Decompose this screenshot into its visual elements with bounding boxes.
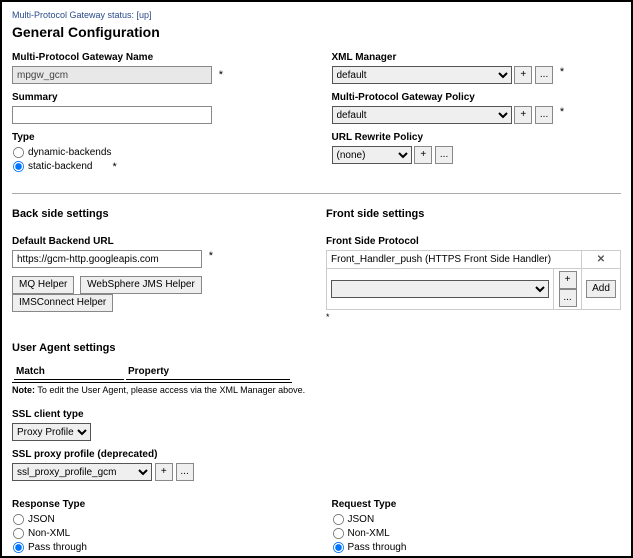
websphere-jms-helper-button[interactable]: WebSphere JMS Helper (80, 276, 202, 294)
required-star: * (219, 69, 223, 81)
required-star: * (209, 250, 213, 262)
backend-url-label: Default Backend URL (12, 236, 296, 247)
page-title: General Configuration (12, 24, 621, 40)
front-protocol-label: Front Side Protocol (326, 236, 621, 247)
response-type-label: Response Type (12, 499, 302, 510)
ua-col-property: Property (126, 364, 290, 380)
xml-manager-label: XML Manager (332, 52, 622, 63)
status-line: Multi-Protocol Gateway status: [up] (12, 10, 621, 20)
type-static-label: static-backend (28, 161, 92, 172)
req-json-radio[interactable] (332, 514, 343, 525)
ssl-client-type-label: SSL client type (12, 409, 621, 420)
required-star: * (112, 161, 116, 173)
req-passthrough-radio[interactable] (332, 542, 343, 553)
front-protocol-select[interactable] (331, 280, 549, 298)
type-dynamic-radio[interactable] (13, 147, 24, 158)
summary-input[interactable] (12, 106, 212, 124)
mpgw-policy-browse-button[interactable]: ... (535, 106, 553, 124)
type-dynamic-label: dynamic-backends (28, 147, 111, 158)
req-passthrough-label: Pass through (348, 542, 407, 553)
backend-url-input[interactable] (12, 250, 202, 268)
resp-nonxml-radio[interactable] (13, 528, 24, 539)
user-agent-title: User Agent settings (12, 342, 621, 354)
request-type-label: Request Type (332, 499, 622, 510)
ssl-client-type-select[interactable]: Proxy Profile (12, 423, 91, 441)
url-rewrite-add-button[interactable]: + (414, 146, 432, 164)
status-value: [up] (137, 10, 152, 20)
required-star: * (560, 106, 564, 118)
mpgw-name-label: Multi-Protocol Gateway Name (12, 52, 302, 63)
required-star: * (326, 312, 621, 322)
resp-json-radio[interactable] (13, 514, 24, 525)
req-nonxml-radio[interactable] (332, 528, 343, 539)
ua-note-text: To edit the User Agent, please access vi… (35, 385, 305, 395)
mpgw-name-input[interactable] (12, 66, 212, 84)
mq-helper-button[interactable]: MQ Helper (12, 276, 74, 294)
req-nonxml-label: Non-XML (348, 528, 390, 539)
xml-manager-select[interactable]: default (332, 66, 512, 84)
mpgw-policy-add-button[interactable]: + (514, 106, 532, 124)
front-protocol-table: Front_Handler_push (HTTPS Front Side Han… (326, 250, 621, 310)
req-json-label: JSON (348, 514, 375, 525)
divider (12, 193, 621, 194)
front-handler-row[interactable]: Front_Handler_push (HTTPS Front Side Han… (327, 251, 582, 269)
resp-passthrough-radio[interactable] (13, 542, 24, 553)
front-protocol-add-button[interactable]: Add (586, 280, 616, 298)
type-label: Type (12, 132, 302, 143)
resp-json-label: JSON (28, 514, 55, 525)
summary-label: Summary (12, 92, 302, 103)
xml-manager-browse-button[interactable]: ... (535, 66, 553, 84)
resp-nonxml-label: Non-XML (28, 528, 70, 539)
url-rewrite-select[interactable]: (none) (332, 146, 412, 164)
type-static-radio[interactable] (13, 161, 24, 172)
url-rewrite-browse-button[interactable]: ... (435, 146, 453, 164)
delete-icon[interactable]: ✕ (597, 254, 605, 265)
ssl-proxy-add-button[interactable]: + (155, 463, 173, 481)
resp-passthrough-label: Pass through (28, 542, 87, 553)
mpgw-policy-select[interactable]: default (332, 106, 512, 124)
front-side-title: Front side settings (326, 208, 621, 220)
xml-manager-add-button[interactable]: + (514, 66, 532, 84)
mpgw-policy-label: Multi-Protocol Gateway Policy (332, 92, 622, 103)
front-protocol-browse-button[interactable]: ... (559, 289, 577, 307)
imsconnect-helper-button[interactable]: IMSConnect Helper (12, 294, 113, 312)
status-link[interactable]: Multi-Protocol Gateway status: [up] (12, 10, 152, 20)
required-star: * (560, 66, 564, 78)
front-protocol-add-new-button[interactable]: + (559, 271, 577, 289)
ssl-proxy-browse-button[interactable]: ... (176, 463, 194, 481)
ssl-proxy-profile-label: SSL proxy profile (deprecated) (12, 449, 621, 460)
url-rewrite-label: URL Rewrite Policy (332, 132, 622, 143)
status-prefix: Multi-Protocol Gateway status: (12, 10, 137, 20)
ssl-proxy-profile-select[interactable]: ssl_proxy_profile_gcm (12, 463, 152, 481)
back-side-title: Back side settings (12, 208, 296, 220)
user-agent-table: Match Property (12, 362, 292, 383)
ua-note-prefix: Note: (12, 385, 35, 395)
ua-col-match: Match (14, 364, 124, 380)
